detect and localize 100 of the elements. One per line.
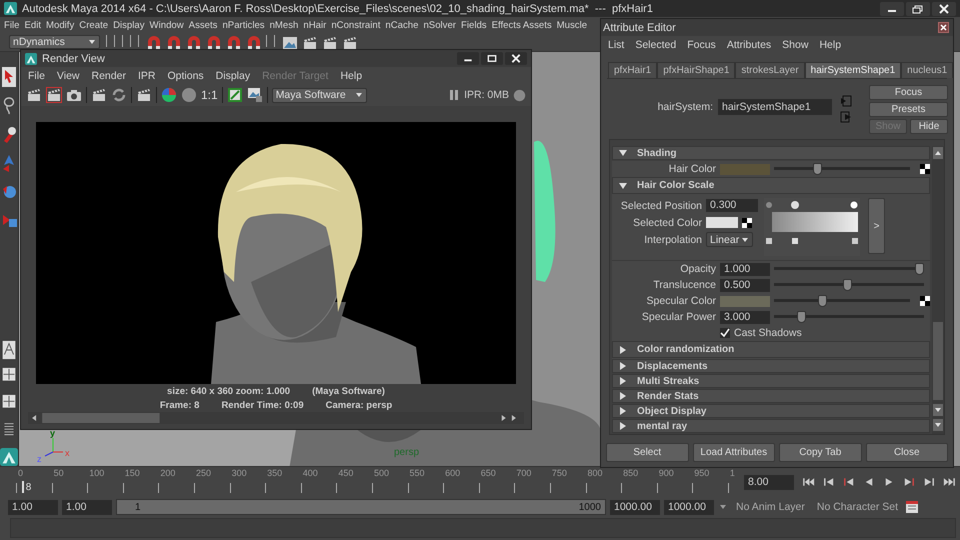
number-field[interactable]: 1.000 [720,262,770,276]
menu-item[interactable]: Assets [188,20,218,31]
number-field[interactable]: 0.500 [720,278,770,292]
range-start: 1 [135,502,141,512]
section-title: Shading [637,148,676,158]
camera-label: persp [394,447,420,458]
menu-item[interactable]: nConstraint [331,20,380,31]
menu-item[interactable]: Options [167,70,204,82]
field-label: Selected Color [632,216,702,228]
menu-item[interactable]: List [608,38,624,50]
menu-item[interactable]: nCache [385,20,418,31]
menu-item[interactable]: Show [782,38,808,50]
button[interactable]: Load Attributes [692,443,775,462]
window-title: Attribute Editor [603,22,676,34]
section-title: Multi Streaks [637,376,700,386]
number-field[interactable]: 0.300 [706,199,758,212]
button[interactable]: Hide [910,119,948,134]
ratio-button[interactable]: 1:1 [201,88,218,102]
section-header[interactable]: Object Display [612,404,930,418]
renderer-dropdown[interactable]: Maya Software [272,88,367,102]
menu-item[interactable]: Focus [687,38,716,50]
section-title: Object Display [637,406,706,416]
tick-label: 950 [693,468,710,479]
section-title: Color randomization [637,344,734,355]
menu-item[interactable]: Create [79,20,108,31]
render-info: Frame: 8 [160,400,200,412]
playback-end-field[interactable]: 1000.00 [610,500,660,514]
menu-item[interactable]: nSolver [423,20,456,31]
tick-label: 400 [302,468,319,479]
render-info: Render Time: 0:09 [221,400,304,412]
section-title: Displacements [637,360,708,372]
menu-item[interactable]: Display [216,70,250,82]
render-info: (Maya Software) [312,386,385,398]
menu-item[interactable]: Render [92,70,126,82]
section-header[interactable]: Displacements [612,359,930,373]
tick-label: 450 [337,468,354,479]
menu-item[interactable]: Muscle [556,20,588,31]
time-slider[interactable]: 0 50 100 150 200 250 300 350 400 450 500 550 600 650 700 750 800 850 900 950 1 8 [0,468,742,496]
menu-item[interactable]: Help [340,70,362,82]
tick-label: 900 [658,468,675,479]
button[interactable]: Presets [869,102,948,117]
section-header[interactable]: Color randomization [612,341,930,358]
tab[interactable]: strokesLayer [735,62,805,78]
field-label: Translucence [652,279,716,291]
menu-item[interactable]: nMesh [270,20,298,31]
menu-set-dropdown[interactable]: nDynamics [9,35,100,49]
axis-label: z [37,455,42,464]
menu-item[interactable]: nParticles [222,20,265,31]
menu-item[interactable]: Window [150,20,184,31]
menu-item[interactable]: IPR [138,70,156,82]
playback-start-field[interactable]: 1.00 [62,500,112,514]
character-set-label: No Character Set [816,501,899,513]
menu-item[interactable]: nHair [303,20,326,31]
button[interactable]: Close [866,443,948,462]
field-label: Specular Power [640,311,716,323]
field-label: Interpolation [643,234,702,246]
start-time-field[interactable]: 1.00 [8,500,58,514]
number-field[interactable]: 3.000 [720,310,770,324]
render-info: size: 640 x 360 zoom: 1.000 [167,386,290,398]
menu-item[interactable]: Attributes [726,38,772,50]
menu-item[interactable]: File [28,70,45,82]
tab[interactable]: nucleus1 [901,62,954,78]
menu-item[interactable]: File [4,20,20,31]
menu-item[interactable]: Effects Assets [492,20,552,31]
button[interactable]: Focus [869,85,948,100]
tick-label: 350 [266,468,284,479]
anim-layer-label: No Anim Layer [735,501,806,513]
menu-item[interactable]: Edit [24,20,42,31]
section-header[interactable]: Hair Color Scale [612,177,930,194]
end-time-field[interactable]: 1000.00 [664,500,714,514]
section-header[interactable]: Render Stats [612,389,930,403]
tick-label: 750 [550,468,568,479]
window-title: Autodesk Maya 2014 x64 - C:\Users\Aaron F. Ross\Desktop\Exercise_Files\scenes\02_10_shading_hairSystem.ma* --- pfxHair1 [22,2,653,14]
expand-ramp-button[interactable]: > [868,198,885,254]
menu-item[interactable]: Help [819,38,842,50]
field-label: Selected Position [620,200,702,212]
button[interactable]: Select [606,443,688,462]
section-header[interactable]: mental ray [612,419,930,433]
section-header[interactable]: Shading [612,146,930,160]
tick-label: 150 [124,468,141,479]
menu-item[interactable]: Display [113,20,145,31]
menu-item[interactable]: Selected [635,38,676,50]
current-frame: 8 [26,482,32,493]
tick-label: 1 [728,468,736,479]
button[interactable]: Copy Tab [779,443,862,462]
tab[interactable]: hairSystemShape1 [804,62,902,78]
tick-label: 50 [52,468,65,479]
section-header[interactable]: Multi Streaks [612,374,930,388]
axis-label: x [65,449,70,458]
tab[interactable]: pfxHair1 [608,62,658,78]
section-title: mental ray [637,420,688,432]
current-time-field[interactable]: 8.00 [744,474,794,490]
menu-item[interactable]: Modify [46,20,74,31]
menu-item[interactable]: View [56,70,80,82]
menu-item[interactable]: Fields [461,20,487,31]
tab[interactable]: pfxHairShape1 [657,62,736,78]
node-name-field[interactable]: hairSystemShape1 [718,99,832,115]
tick-label: 550 [408,468,426,479]
range-handle[interactable]: 1 1000 [117,500,605,514]
interpolation-dropdown[interactable]: Linear [706,232,753,247]
